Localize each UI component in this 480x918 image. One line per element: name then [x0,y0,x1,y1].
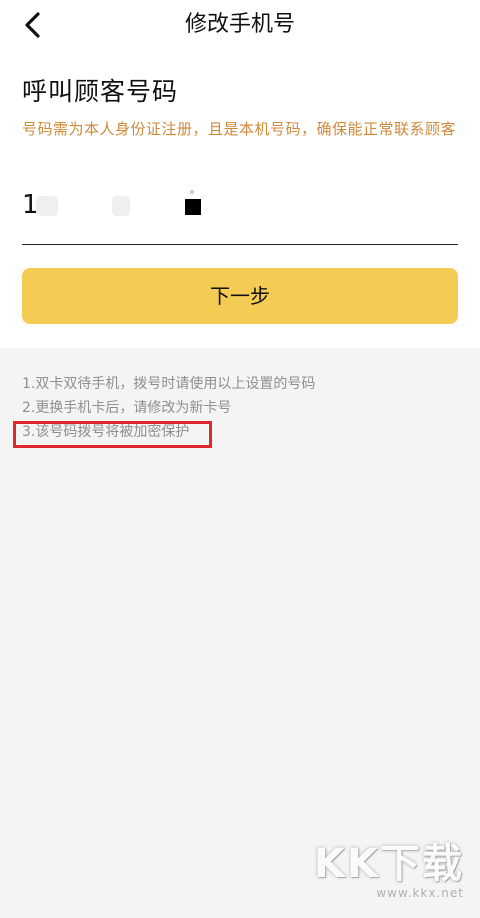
redaction-block [185,199,201,215]
watermark-logo-text: KK下载 [314,841,464,887]
note-item: 2.更换手机卡后，请修改为新卡号 [22,400,232,416]
redaction-mark [190,190,194,194]
redacted-digits [36,196,58,216]
page-title: 修改手机号 [184,12,295,37]
hint-text: 号码需为本人身份证注册，且是本机号码，确保能正常联系顾客 [22,120,457,138]
section-title: 呼叫顾客号码 [22,77,179,106]
watermark-url: www.kkx.net [376,886,464,900]
top-panel: 修改手机号 呼叫顾客号码 号码需为本人身份证注册，且是本机号码，确保能正常联系顾… [0,0,480,348]
note-item: 1.双卡双待手机，拨号时请使用以上设置的号码 [22,376,316,392]
phone-number-field[interactable]: 1 [22,186,458,245]
annotation-highlight-box [13,421,212,448]
next-step-button[interactable]: 下一步 [22,268,458,324]
watermark: KK下载 www.kkx.net [274,842,464,900]
redacted-digits [112,196,130,216]
